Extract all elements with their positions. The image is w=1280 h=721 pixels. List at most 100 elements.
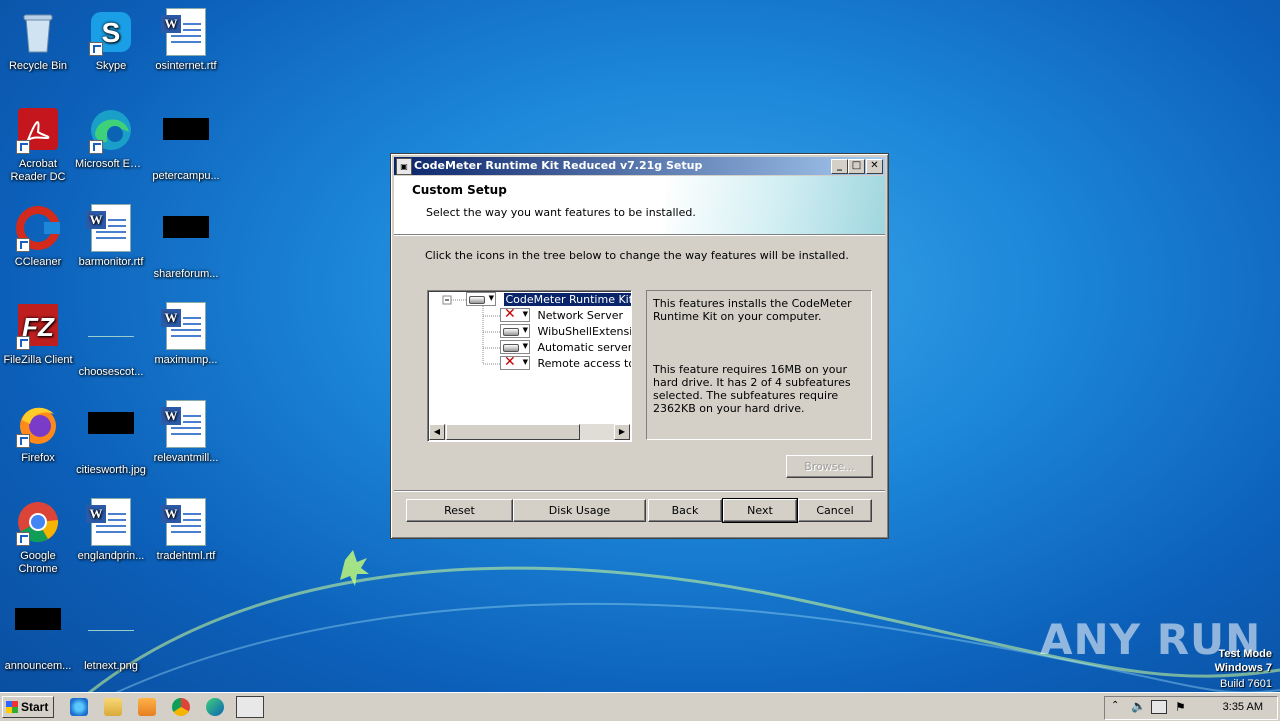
desktop-icon-barmonitor[interactable]: W barmonitor.rtf bbox=[73, 204, 149, 269]
setup-taskbar-icon[interactable] bbox=[236, 696, 264, 718]
windows-logo-icon bbox=[6, 701, 18, 713]
next-button[interactable]: Next bbox=[722, 498, 798, 523]
shortcut-arrow-icon bbox=[16, 434, 30, 448]
back-button[interactable]: Back bbox=[648, 499, 722, 522]
tree-root-label: CodeMeter Runtime Kit bbox=[503, 292, 631, 306]
feature-tree[interactable]: ▼ CodeMeter Runtime Kit ✕ ▼ Network Serve… bbox=[427, 290, 632, 442]
build-label: Build 7601 bbox=[1220, 678, 1272, 690]
page-title: Custom Setup bbox=[412, 183, 507, 197]
desktop-icon-citiesworth[interactable]: citiesworth.jpg bbox=[73, 400, 149, 477]
word-document-icon: W bbox=[86, 498, 135, 546]
media-player-icon[interactable] bbox=[138, 698, 156, 716]
edge-taskbar-icon[interactable] bbox=[206, 698, 224, 716]
minimize-button[interactable]: _ bbox=[831, 159, 848, 174]
desktop-icon-firefox[interactable]: Firefox bbox=[0, 400, 76, 465]
tree-item-network-server[interactable]: ✕ ▼ Network Server bbox=[500, 306, 623, 324]
action-center-flag-icon[interactable]: ⚑ bbox=[1175, 700, 1186, 714]
feature-state-installed-icon[interactable]: ▼ bbox=[500, 340, 530, 354]
desktop-icon-acrobat[interactable]: Acrobat Reader DC bbox=[0, 106, 76, 184]
dialog-titlebar[interactable]: ▣ CodeMeter Runtime Kit Reduced v7.21g S… bbox=[394, 157, 885, 175]
network-icon[interactable] bbox=[1151, 700, 1167, 714]
tree-item-wibushellextension[interactable]: ▼ WibuShellExtension bbox=[500, 324, 632, 340]
recycle-bin-icon bbox=[14, 8, 62, 56]
desktop-icon-englandprin[interactable]: W englandprin... bbox=[73, 498, 149, 563]
feature-state-unavailable-icon[interactable]: ✕ ▼ bbox=[500, 306, 530, 322]
desktop-icon-osinternet[interactable]: W osinternet.rtf bbox=[148, 8, 224, 73]
taskbar: Start ⌃ 🔈 ⚑ 3:35 AM bbox=[0, 692, 1280, 721]
file-thumbnail-icon bbox=[87, 412, 135, 460]
clock[interactable]: 3:35 AM bbox=[1223, 701, 1263, 713]
shortcut-arrow-icon bbox=[89, 42, 103, 56]
disk-usage-button[interactable]: Disk Usage bbox=[513, 499, 646, 522]
ccleaner-icon bbox=[14, 204, 62, 252]
header-divider bbox=[394, 234, 885, 236]
close-button[interactable]: ✕ bbox=[866, 159, 883, 174]
file-explorer-icon[interactable] bbox=[104, 698, 122, 716]
reset-button[interactable]: Reset bbox=[406, 499, 513, 522]
maximize-button[interactable]: □ bbox=[848, 159, 865, 174]
tree-root-item[interactable]: ▼ CodeMeter Runtime Kit bbox=[466, 292, 631, 308]
test-mode-label: Test Mode bbox=[1218, 648, 1272, 660]
shortcut-arrow-icon bbox=[16, 336, 30, 350]
cancel-button[interactable]: Cancel bbox=[798, 499, 872, 522]
shortcut-arrow-icon bbox=[16, 238, 30, 252]
system-tray: ⌃ 🔈 ⚑ 3:35 AM bbox=[1104, 696, 1278, 720]
shortcut-arrow-icon bbox=[16, 140, 30, 154]
word-document-icon: W bbox=[161, 400, 210, 448]
desktop-icon-shareforum[interactable]: shareforum... bbox=[148, 204, 224, 281]
feature-state-unavailable-icon[interactable]: ✕ ▼ bbox=[500, 354, 530, 370]
file-thumbnail-icon bbox=[87, 314, 135, 362]
scrollbar-thumb[interactable] bbox=[446, 424, 580, 440]
desktop-icon-skype[interactable]: S Skype bbox=[73, 8, 149, 73]
desktop-icon-choosescot[interactable]: choosescot... bbox=[73, 302, 149, 379]
start-button[interactable]: Start bbox=[2, 696, 54, 718]
desktop-icon-edge[interactable]: Microsoft Edge bbox=[73, 106, 149, 171]
desktop-icon-tradehtml[interactable]: W tradehtml.rtf bbox=[148, 498, 224, 563]
tree-item-label: Remote access to W bbox=[537, 356, 632, 370]
file-thumbnail-icon bbox=[87, 608, 135, 656]
desktop-icon-recycle-bin[interactable]: Recycle Bin bbox=[0, 8, 76, 73]
browse-button[interactable]: Browse... bbox=[786, 455, 873, 478]
feature-state-installed-icon[interactable]: ▼ bbox=[466, 292, 496, 306]
file-thumbnail-icon bbox=[162, 118, 210, 166]
desktop-icon-relevantmill[interactable]: W relevantmill... bbox=[148, 400, 224, 465]
desktop-icon-petercampu[interactable]: petercampu... bbox=[148, 106, 224, 183]
acrobat-icon bbox=[14, 106, 62, 154]
tree-item-label: WibuShellExtension bbox=[537, 324, 632, 338]
tree-item-label: Automatic server s bbox=[537, 340, 632, 354]
instruction-text: Click the icons in the tree below to cha… bbox=[425, 249, 849, 262]
tree-horizontal-scrollbar[interactable]: ◀ ▶ bbox=[429, 424, 630, 440]
desktop-icon-ccleaner[interactable]: CCleaner bbox=[0, 204, 76, 269]
show-hidden-icons-icon[interactable]: ⌃ bbox=[1111, 700, 1119, 711]
chrome-taskbar-icon[interactable] bbox=[172, 698, 190, 716]
installer-icon: ▣ bbox=[396, 158, 412, 175]
file-thumbnail-icon bbox=[14, 608, 62, 656]
word-document-icon: W bbox=[161, 498, 210, 546]
filezilla-icon: FZ bbox=[14, 302, 62, 350]
desktop-icon-announcem[interactable]: announcem... bbox=[0, 596, 76, 673]
desktop-icon-chrome[interactable]: Google Chrome bbox=[0, 498, 76, 576]
desktop-icon-letnext[interactable]: letnext.png bbox=[73, 596, 149, 673]
skype-icon: S bbox=[87, 8, 135, 56]
internet-explorer-icon[interactable] bbox=[70, 698, 88, 716]
desktop-icon-filezilla[interactable]: FZ FileZilla Client bbox=[0, 302, 76, 367]
word-document-icon: W bbox=[86, 204, 135, 252]
os-label: Windows 7 bbox=[1214, 662, 1272, 674]
file-thumbnail-icon bbox=[162, 216, 210, 264]
feature-state-installed-icon[interactable]: ▼ bbox=[500, 324, 530, 338]
setup-dialog: ▣ CodeMeter Runtime Kit Reduced v7.21g S… bbox=[390, 153, 889, 539]
chrome-icon bbox=[14, 498, 62, 546]
start-label: Start bbox=[21, 700, 49, 714]
scroll-right-icon[interactable]: ▶ bbox=[614, 424, 630, 440]
svg-text:S: S bbox=[102, 17, 121, 48]
feature-description: This features installs the CodeMeter Run… bbox=[653, 297, 852, 323]
word-document-icon: W bbox=[161, 8, 210, 56]
edge-icon bbox=[87, 106, 135, 154]
feature-requirements: This feature requires 16MB on your hard … bbox=[653, 363, 851, 415]
tree-item-automatic-server[interactable]: ▼ Automatic server s bbox=[500, 340, 632, 356]
shortcut-arrow-icon bbox=[16, 532, 30, 546]
volume-icon[interactable]: 🔈 bbox=[1131, 699, 1146, 713]
tree-item-remote-access[interactable]: ✕▼ Remote access to W bbox=[500, 354, 632, 372]
desktop-icon-maximump[interactable]: W maximump... bbox=[148, 302, 224, 367]
scroll-left-icon[interactable]: ◀ bbox=[429, 424, 445, 440]
